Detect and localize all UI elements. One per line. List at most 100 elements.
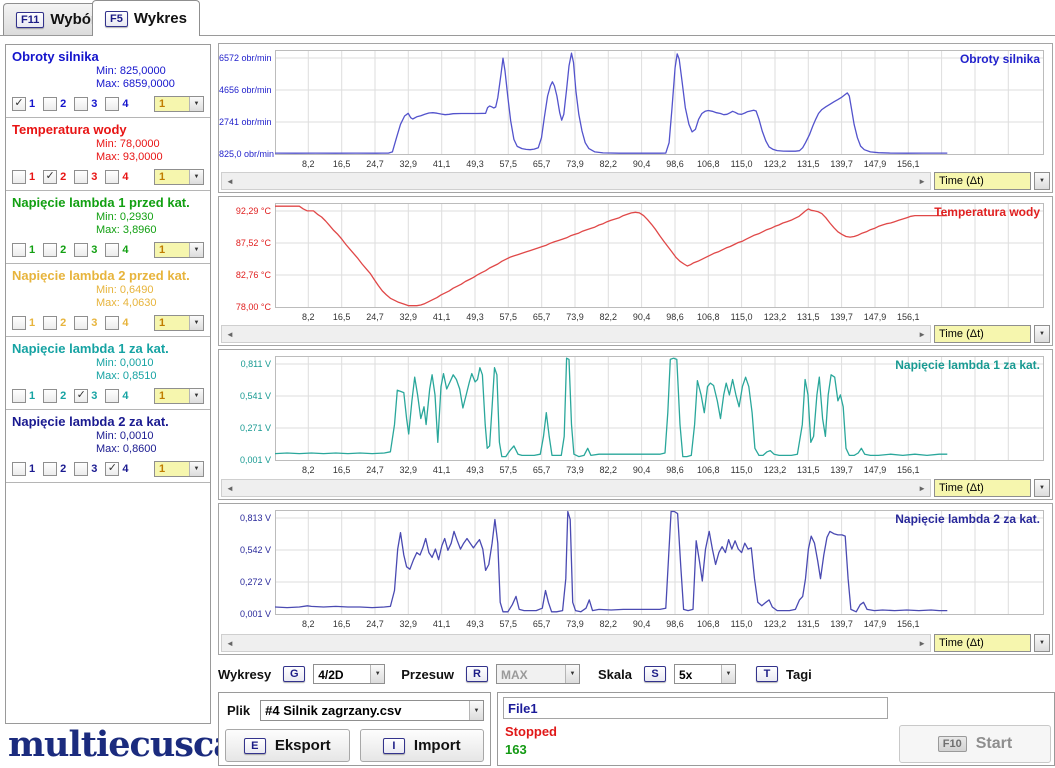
axis-select-dropdown[interactable]: 1 ▼	[154, 168, 204, 185]
tab-wykres-label: Wykres	[133, 10, 187, 27]
parameter-min: Min: 0,2930	[96, 211, 154, 223]
scroll-right-icon[interactable]: ►	[918, 330, 926, 339]
x-axis-label: 32,9	[400, 465, 418, 475]
skala-key-badge[interactable]: S	[643, 666, 666, 682]
axis-checkbox-4[interactable]	[105, 388, 120, 403]
parameter-block: Napięcie lambda 2 za kat. Min: 0,0010 Max:…	[6, 410, 210, 483]
skala-dropdown[interactable]: 5x ▼	[673, 664, 736, 684]
h-scrollbar[interactable]: ◄ ►	[221, 479, 931, 497]
axis-checkbox-3[interactable]: ✓	[74, 388, 89, 403]
export-button[interactable]: E Eksport	[225, 729, 350, 762]
axis-select-value: 1	[155, 169, 189, 184]
x-axis-label: 49,3	[466, 465, 484, 475]
parameter-max: Max: 93,0000	[96, 151, 163, 163]
parameter-block: Napięcie lambda 1 przed kat. Min: 0,2930 M…	[6, 191, 210, 264]
axis-checkbox-label: 4	[122, 97, 129, 110]
x-axis-label: 65,7	[533, 159, 551, 169]
tagi-key-badge[interactable]: T	[755, 666, 778, 682]
h-scrollbar[interactable]: ◄ ►	[221, 325, 931, 343]
time-axis-dropdown[interactable]: Time (Δt)	[934, 634, 1031, 652]
chevron-down-icon: ▼	[1035, 326, 1049, 342]
x-axis-label: 139,7	[830, 619, 853, 629]
axis-checkbox-2[interactable]	[43, 388, 58, 403]
scroll-left-icon[interactable]: ◄	[226, 484, 234, 493]
axis-checkbox-2[interactable]	[43, 242, 58, 257]
time-axis-dropdown-button[interactable]: ▼	[1034, 634, 1050, 652]
axis-checkbox-3[interactable]	[74, 169, 89, 184]
file-name-input[interactable]	[503, 697, 888, 719]
time-axis-dropdown-value: Time (Δt)	[935, 480, 1030, 496]
axis-checkbox-1[interactable]	[12, 388, 26, 403]
axis-select-dropdown[interactable]: 1 ▼	[154, 241, 204, 258]
scroll-right-icon[interactable]: ►	[918, 177, 926, 186]
x-axis-label: 147,9	[864, 465, 887, 475]
time-axis-dropdown-button[interactable]: ▼	[1034, 172, 1050, 190]
axis-checkbox-label: 4	[122, 316, 129, 329]
axis-checkbox-label: 3	[91, 462, 98, 475]
file-dropdown-value: #4 Silnik zagrzany.csv	[265, 703, 402, 718]
axis-checkbox-1[interactable]	[12, 315, 26, 330]
import-button-label: Import	[413, 737, 461, 754]
axis-select-dropdown[interactable]: 1 ▼	[154, 460, 204, 477]
axis-checkbox-4[interactable]	[105, 315, 120, 330]
parameter-title: Temperatura wody	[12, 122, 127, 137]
scroll-right-icon[interactable]: ►	[918, 639, 926, 648]
x-axis-label: 41,1	[433, 159, 451, 169]
axis-select-dropdown[interactable]: 1 ▼	[154, 95, 204, 112]
x-axis-label: 73,9	[566, 465, 584, 475]
time-axis-dropdown[interactable]: Time (Δt)	[934, 172, 1031, 190]
time-axis-dropdown-button[interactable]: ▼	[1034, 325, 1050, 343]
start-button[interactable]: F10 Start	[899, 725, 1051, 763]
time-axis-dropdown-value: Time (Δt)	[935, 173, 1030, 189]
axis-checkbox-4[interactable]	[105, 242, 120, 257]
axis-checkbox-2[interactable]: ✓	[43, 169, 58, 184]
x-axis-label: 82,2	[600, 159, 618, 169]
x-axis-label: 98,6	[666, 465, 684, 475]
axis-checkbox-1[interactable]	[12, 242, 26, 257]
chevron-down-icon: ▼	[565, 665, 579, 683]
time-axis-dropdown[interactable]: Time (Δt)	[934, 325, 1031, 343]
tab-wybor-label: Wybór	[50, 11, 97, 28]
h-scrollbar[interactable]: ◄ ►	[221, 172, 931, 190]
wykresy-dropdown[interactable]: 4/2D ▼	[313, 664, 386, 684]
axis-select-dropdown[interactable]: 1 ▼	[154, 314, 204, 331]
axis-checkbox-2[interactable]	[43, 96, 58, 111]
parameter-min: Min: 0,0010	[96, 430, 154, 442]
axis-checkbox-4[interactable]: ✓	[105, 461, 120, 476]
x-axis-label: 90,4	[633, 465, 651, 475]
axis-checkbox-3[interactable]	[74, 461, 89, 476]
przesuw-label: Przesuw	[401, 666, 454, 682]
scroll-left-icon[interactable]: ◄	[226, 639, 234, 648]
scroll-left-icon[interactable]: ◄	[226, 177, 234, 186]
scroll-left-icon[interactable]: ◄	[226, 330, 234, 339]
axis-checkbox-1[interactable]	[12, 461, 26, 476]
sample-count: 163	[505, 742, 527, 757]
axis-checkbox-3[interactable]	[74, 96, 89, 111]
axis-checkbox-1[interactable]	[12, 169, 26, 184]
axis-checkbox-3[interactable]	[74, 315, 89, 330]
x-axis-label: 73,9	[566, 312, 584, 322]
axis-checkbox-2[interactable]	[43, 315, 58, 330]
parameter-minmax: Min: 0,6490 Max: 4,0630	[96, 284, 204, 310]
axis-checkbox-label: 2	[60, 316, 67, 329]
x-axis-label: 8,2	[302, 619, 315, 629]
axis-select-dropdown[interactable]: 1 ▼	[154, 387, 204, 404]
axis-checkbox-3[interactable]	[74, 242, 89, 257]
przesuw-key-badge[interactable]: R	[466, 666, 488, 682]
tab-wykres[interactable]: F5 Wykres	[92, 0, 200, 36]
axis-checkbox-1[interactable]: ✓	[12, 96, 26, 111]
time-axis-dropdown[interactable]: Time (Δt)	[934, 479, 1031, 497]
axis-checkbox-label: 1	[29, 170, 36, 183]
file-dropdown[interactable]: #4 Silnik zagrzany.csv ▼	[260, 700, 484, 721]
axis-checkbox-2[interactable]	[43, 461, 58, 476]
x-axis-label: 49,3	[466, 159, 484, 169]
x-axis-label: 115,0	[731, 159, 753, 169]
import-button[interactable]: I Import	[359, 729, 484, 762]
chart-panel-1: 6572 obr/min 4656 obr/min 2741 obr/min 825,…	[218, 43, 1053, 193]
time-axis-dropdown-button[interactable]: ▼	[1034, 479, 1050, 497]
scroll-right-icon[interactable]: ►	[918, 484, 926, 493]
axis-checkbox-4[interactable]	[105, 169, 120, 184]
wykresy-key-badge[interactable]: G	[283, 666, 306, 682]
axis-checkbox-4[interactable]	[105, 96, 120, 111]
h-scrollbar[interactable]: ◄ ►	[221, 634, 931, 652]
